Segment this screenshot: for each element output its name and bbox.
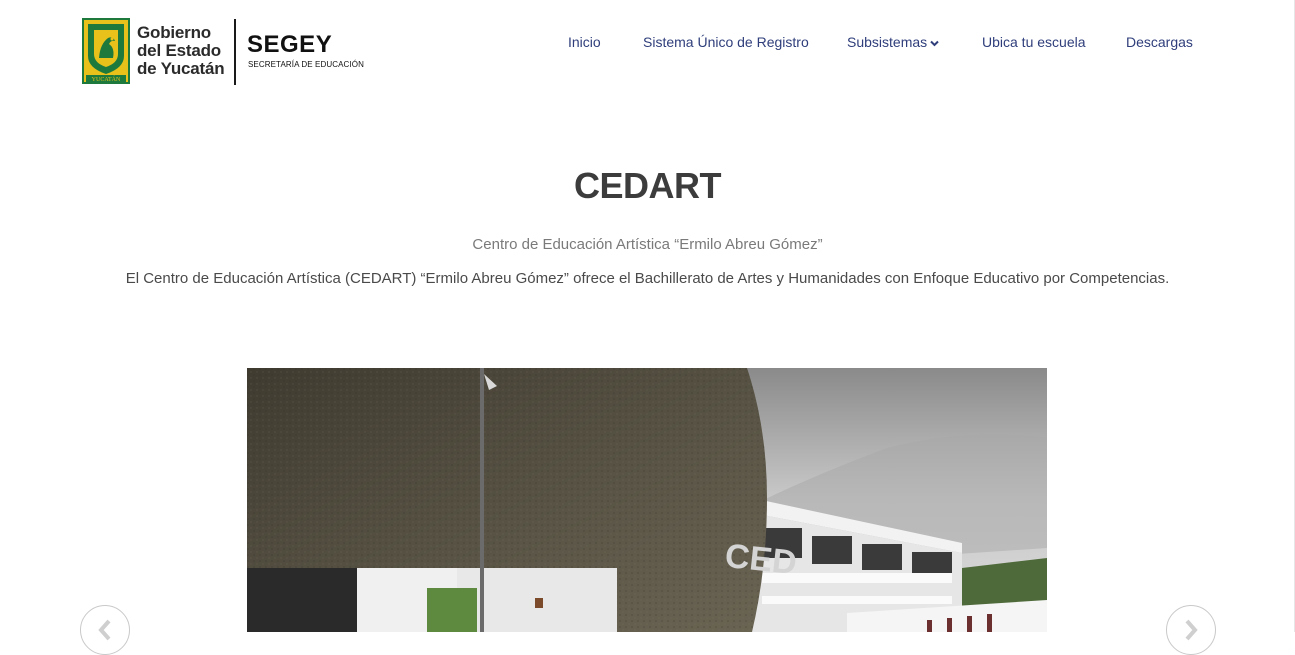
site-logo[interactable]: YUCATÁN Gobierno del Estado de Yucatán S… [80,16,370,88]
segey-title: SEGEY [247,31,333,58]
government-name-line: Gobierno [137,23,211,42]
nav-link-subsistemas-label: Subsistemas [847,34,928,50]
site-header: YUCATÁN Gobierno del Estado de Yucatán S… [0,0,1295,100]
government-name-line: de Yucatán [137,59,225,78]
carousel-slide-image: CED [247,368,1047,632]
page-title: CEDART [574,165,722,206]
yucatan-crest-icon: YUCATÁN [82,18,130,84]
page-subtitle: Centro de Educación Artística “Ermilo Ab… [472,236,823,253]
chevron-down-icon [930,40,939,47]
nav-link-ubica-tu-escuela[interactable]: Ubica tu escuela [982,31,1086,53]
page-description: El Centro de Educación Artística (CEDART… [125,270,1170,287]
chevron-left-icon [98,619,111,641]
nav-link-inicio[interactable]: Inicio [568,31,601,53]
government-name: Gobierno del Estado de Yucatán [137,24,237,78]
building-sign: CED [723,537,798,582]
carousel-next-button[interactable] [1166,605,1216,655]
chevron-right-icon [1185,619,1198,641]
carousel-prev-button[interactable] [80,605,130,655]
logo-divider [234,19,236,85]
nav-link-sistema-unico-de-registro[interactable]: Sistema Único de Registro [643,31,809,53]
nav-link-subsistemas[interactable]: Subsistemas [847,31,939,53]
image-carousel[interactable]: CED [247,368,1047,632]
nav-link-descargas[interactable]: Descargas [1126,31,1193,53]
government-name-line: del Estado [137,41,221,60]
crest-label: YUCATÁN [92,75,121,83]
segey-subtitle: SECRETARÍA DE EDUCACIÓN [248,60,364,69]
